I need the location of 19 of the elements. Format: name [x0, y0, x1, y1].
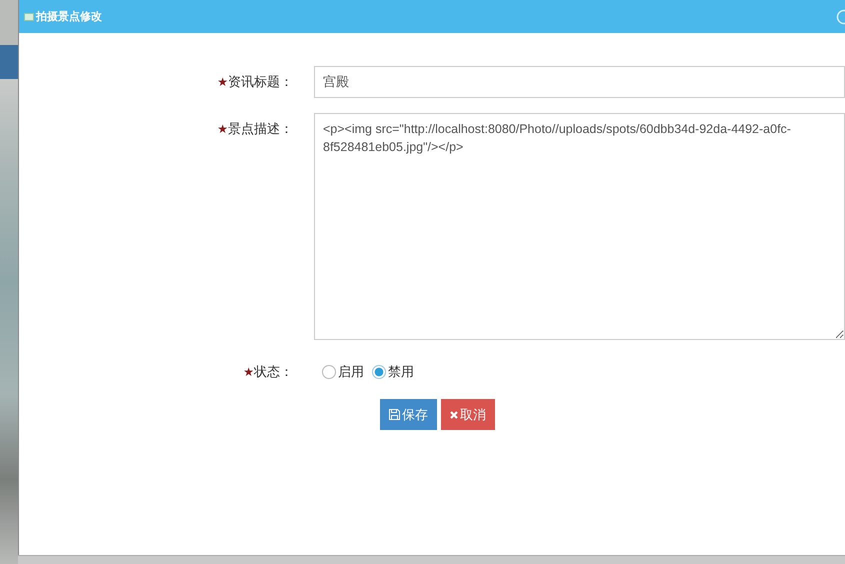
- radio-button[interactable]: [322, 365, 336, 379]
- cancel-button[interactable]: 取消: [441, 399, 495, 430]
- radio-label: 禁用: [388, 363, 414, 381]
- required-mark: ★: [217, 122, 228, 136]
- dialog-title: 拍摄景点修改: [36, 10, 103, 24]
- window-icon: [24, 12, 34, 20]
- field-label: 状态：: [254, 364, 293, 379]
- radio-label: 启用: [338, 363, 364, 381]
- required-mark: ★: [217, 75, 228, 89]
- title-input[interactable]: 宫殿: [314, 66, 845, 98]
- field-label: 资讯标题：: [228, 74, 293, 89]
- required-mark: ★: [243, 365, 254, 379]
- description-textarea[interactable]: <p><img src="http://localhost:8080/Photo//uploads/spots/60dbb34d-92da-4492-a0fc-8f528481eb05.jpg"/></p>: [314, 113, 845, 340]
- radio-button[interactable]: [372, 365, 386, 379]
- floppy-icon: [389, 409, 400, 420]
- field-label: 景点描述：: [228, 121, 293, 136]
- close-icon: [450, 410, 458, 418]
- close-icon[interactable]: [836, 8, 845, 24]
- save-button[interactable]: 保存: [380, 399, 437, 430]
